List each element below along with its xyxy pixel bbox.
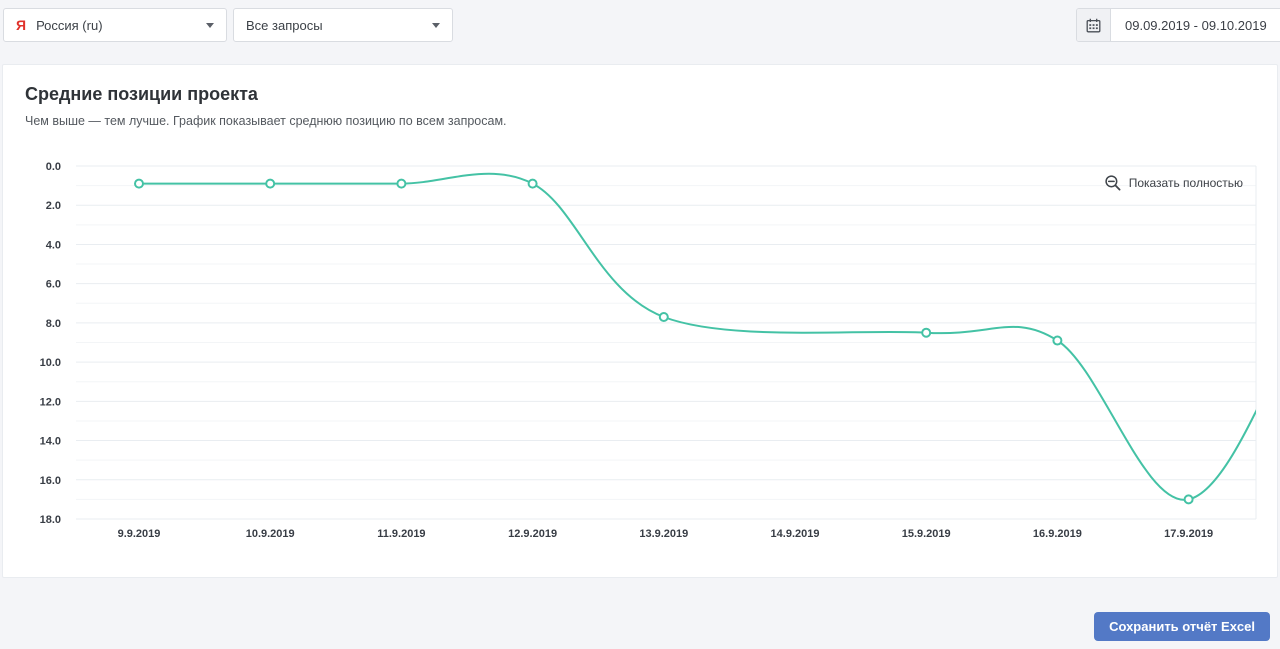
- x-axis-label: 13.9.2019: [639, 528, 688, 540]
- y-axis-label: 2.0: [46, 200, 61, 212]
- chevron-down-icon: [206, 23, 214, 28]
- y-axis-label: 4.0: [46, 239, 61, 251]
- data-point-marker[interactable]: [396, 178, 407, 189]
- calendar-button[interactable]: [1077, 9, 1111, 41]
- y-axis-label: 18.0: [40, 514, 61, 526]
- y-axis-label: 16.0: [40, 475, 61, 487]
- zoom-out-icon: [1105, 175, 1121, 191]
- query-group-select-label: Все запросы: [246, 17, 323, 33]
- y-axis-label: 14.0: [40, 436, 61, 448]
- data-point-marker[interactable]: [921, 327, 932, 338]
- date-range-picker: [1076, 8, 1280, 42]
- x-axis-label: 14.9.2019: [771, 528, 820, 540]
- search-engine-select[interactable]: Я Россия (ru): [3, 8, 227, 42]
- y-axis-label: 0.0: [46, 161, 61, 173]
- x-axis-label: 11.9.2019: [377, 528, 425, 540]
- data-point-marker[interactable]: [658, 312, 669, 323]
- query-group-select[interactable]: Все запросы: [233, 8, 453, 42]
- x-axis-label: 16.9.2019: [1033, 528, 1082, 540]
- chevron-down-icon: [432, 23, 440, 28]
- search-engine-select-label: Россия (ru): [36, 17, 103, 33]
- data-point-marker[interactable]: [1052, 335, 1063, 346]
- y-axis-label: 6.0: [46, 279, 61, 291]
- calendar-icon: [1086, 18, 1101, 32]
- data-point-marker[interactable]: [527, 178, 538, 189]
- x-axis-label: 15.9.2019: [902, 528, 951, 540]
- data-point-marker[interactable]: [1183, 494, 1194, 505]
- show-full-label: Показать полностью: [1128, 176, 1243, 190]
- show-full-button[interactable]: Показать полностью: [1104, 174, 1243, 192]
- x-axis-label: 9.9.2019: [118, 528, 161, 540]
- positions-chart[interactable]: 0.0 2.0 4.0 6.0 8.0 10.0 12.0 14.0 16.0 18.0 9.9.2…: [3, 65, 1279, 579]
- date-range-input[interactable]: [1111, 9, 1280, 41]
- y-axis-label: 8.0: [46, 318, 61, 330]
- data-point-marker[interactable]: [134, 178, 144, 189]
- y-axis-label: 12.0: [40, 396, 61, 408]
- y-axis-label: 10.0: [40, 357, 61, 369]
- average-positions-card: Средние позиции проекта Чем выше — тем л…: [2, 64, 1278, 578]
- save-excel-button[interactable]: Сохранить отчёт Excel: [1094, 612, 1270, 641]
- x-axis-label: 17.9.2019: [1164, 528, 1213, 540]
- average-position-line: [138, 172, 1256, 501]
- yandex-icon: Я: [16, 17, 27, 33]
- x-axis-label: 12.9.2019: [508, 528, 557, 540]
- data-point-marker[interactable]: [265, 178, 276, 189]
- x-axis-label: 10.9.2019: [246, 528, 295, 540]
